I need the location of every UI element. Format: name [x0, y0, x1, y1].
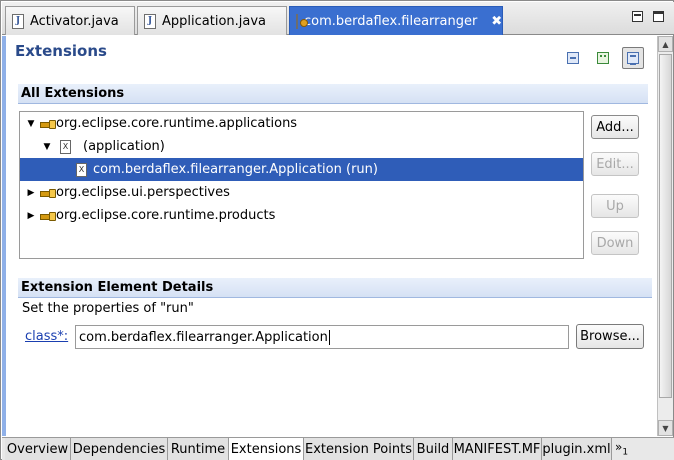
- tree-item[interactable]: ▶ org.eclipse.ui.perspectives: [20, 181, 583, 204]
- tree-item[interactable]: ▶ org.eclipse.core.runtime.products: [20, 204, 583, 227]
- tree-item-label: com.berdaflex.filearranger.Application (…: [93, 162, 378, 177]
- tab-dependencies[interactable]: Dependencies: [71, 438, 168, 460]
- more-tabs-count: 1: [622, 447, 629, 458]
- edit-button[interactable]: Edit...: [591, 152, 639, 176]
- down-button[interactable]: Down: [591, 231, 639, 255]
- java-file-icon: J: [12, 13, 24, 29]
- class-field-value: com.berdaflex.filearranger.Application: [79, 329, 328, 345]
- editor-tab-bar: J Activator.java J Application.java com.…: [2, 2, 674, 35]
- extension-icon: [40, 211, 56, 221]
- vertical-scrollbar[interactable]: ▲ ▼: [657, 36, 673, 436]
- form-body: Extensions All Extensions ▼ org.eclipse.…: [2, 36, 656, 436]
- show-details-icon: [627, 52, 639, 65]
- form-toolbar: [562, 47, 644, 69]
- expand-triangle-icon[interactable]: ▶: [26, 188, 36, 198]
- tab-plugin-manifest[interactable]: com.berdaflex.filearranger ✖: [289, 6, 503, 35]
- scroll-up-icon[interactable]: ▲: [658, 36, 673, 52]
- tab-extension-points[interactable]: Extension Points: [304, 438, 414, 460]
- tab-build[interactable]: Build: [414, 438, 453, 460]
- close-icon[interactable]: ✖: [491, 14, 502, 29]
- tree-item-selected[interactable]: X com.berdaflex.filearranger.Application…: [20, 158, 583, 181]
- plugin-manifest-editor: J Activator.java J Application.java com.…: [0, 0, 674, 460]
- page-tab-bar: Overview Dependencies Runtime Extensions…: [2, 437, 674, 460]
- tab-manifest-mf[interactable]: MANIFEST.MF: [453, 438, 542, 460]
- more-tabs-chevron-icon[interactable]: »1: [615, 440, 628, 457]
- collapse-triangle-icon[interactable]: ▼: [26, 119, 36, 129]
- tree-item-label: (application): [83, 139, 165, 154]
- sort-icon: [597, 52, 609, 64]
- plugin-manifest-icon: [296, 13, 308, 29]
- scroll-down-icon[interactable]: ▼: [658, 420, 673, 436]
- expand-triangle-icon[interactable]: ▶: [26, 211, 36, 221]
- tab-application-java[interactable]: J Application.java: [137, 6, 287, 35]
- text-caret: [328, 329, 330, 345]
- up-button[interactable]: Up: [591, 194, 639, 218]
- tree-item[interactable]: ▼ org.eclipse.core.runtime.applications: [20, 112, 583, 135]
- section-all-extensions-header[interactable]: All Extensions: [18, 84, 648, 104]
- section-element-details-header[interactable]: Extension Element Details: [18, 278, 652, 298]
- collapse-triangle-icon[interactable]: ▼: [42, 142, 52, 152]
- class-field[interactable]: com.berdaflex.filearranger.Application: [75, 325, 569, 349]
- details-description: Set the properties of "run": [22, 301, 194, 316]
- tab-overview[interactable]: Overview: [5, 438, 71, 460]
- tab-label: com.berdaflex.filearranger: [304, 13, 478, 29]
- element-icon: X: [60, 139, 71, 154]
- collapse-all-button[interactable]: [562, 47, 584, 69]
- tree-item-label: org.eclipse.core.runtime.products: [56, 208, 276, 223]
- extension-icon: [40, 188, 56, 198]
- sort-button[interactable]: [592, 47, 614, 69]
- minimize-button[interactable]: [632, 11, 643, 22]
- extensions-tree[interactable]: ▼ org.eclipse.core.runtime.applications …: [19, 111, 584, 259]
- tree-item-label: org.eclipse.core.runtime.applications: [56, 116, 298, 131]
- scrollbar-thumb[interactable]: [659, 54, 672, 398]
- window-controls: [632, 11, 664, 22]
- tab-activator-java[interactable]: J Activator.java: [5, 6, 135, 35]
- tab-label: Activator.java: [30, 13, 119, 29]
- maximize-button[interactable]: [653, 11, 664, 22]
- tab-runtime[interactable]: Runtime: [168, 438, 229, 460]
- add-button[interactable]: Add...: [591, 115, 639, 139]
- browse-button[interactable]: Browse...: [576, 324, 644, 349]
- element-icon: X: [76, 162, 87, 177]
- class-link[interactable]: class*:: [25, 329, 68, 344]
- tree-item[interactable]: ▼ X (application): [20, 135, 583, 158]
- tab-label: Application.java: [162, 13, 267, 29]
- tab-extensions[interactable]: Extensions: [229, 438, 304, 460]
- tree-item-label: org.eclipse.ui.perspectives: [56, 185, 230, 200]
- java-file-icon: J: [144, 13, 156, 29]
- show-details-button[interactable]: [622, 47, 644, 69]
- page-title: Extensions: [15, 42, 107, 60]
- tab-plugin-xml[interactable]: plugin.xml: [542, 438, 612, 460]
- extension-icon: [40, 119, 56, 129]
- collapse-all-icon: [567, 52, 579, 64]
